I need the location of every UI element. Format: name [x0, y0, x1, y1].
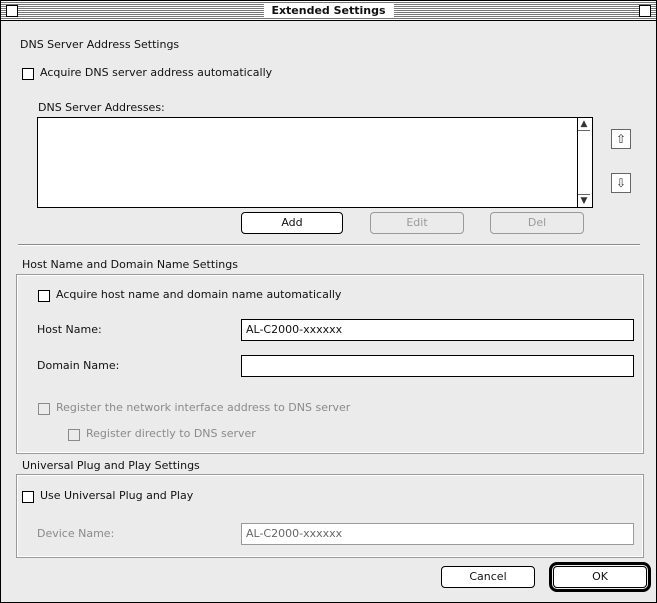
- hostname-auto-checkbox[interactable]: [38, 290, 50, 302]
- add-button[interactable]: Add: [241, 212, 343, 234]
- device-name-label: Device Name:: [37, 527, 115, 540]
- upnp-use-checkbox-label[interactable]: Use Universal Plug and Play: [40, 489, 193, 503]
- edit-button[interactable]: Edit: [370, 212, 464, 234]
- register-dns-checkbox-label[interactable]: Register the network interface address t…: [56, 401, 350, 415]
- zoom-box[interactable]: [639, 5, 651, 17]
- upnp-section-label: Universal Plug and Play Settings: [22, 459, 200, 472]
- dns-section-label: DNS Server Address Settings: [20, 38, 180, 51]
- ok-button[interactable]: OK: [549, 562, 651, 592]
- domain-name-field[interactable]: [241, 355, 634, 377]
- register-directly-checkbox[interactable]: [68, 429, 80, 441]
- host-name-label: Host Name:: [37, 323, 102, 336]
- scroll-up-arrow-icon[interactable]: ▲: [578, 118, 590, 131]
- hostname-section-label: Host Name and Domain Name Settings: [22, 258, 238, 271]
- title-bar[interactable]: Extended Settings: [1, 1, 656, 21]
- close-box[interactable]: [6, 5, 18, 17]
- cancel-button[interactable]: Cancel: [441, 566, 535, 588]
- upnp-use-checkbox[interactable]: [22, 491, 34, 503]
- down-arrow-icon[interactable]: ⇩: [611, 173, 631, 193]
- up-arrow-icon[interactable]: ⇧: [611, 129, 631, 149]
- register-directly-checkbox-label[interactable]: Register directly to DNS server: [86, 427, 256, 441]
- register-dns-checkbox[interactable]: [38, 403, 50, 415]
- dns-auto-checkbox-label[interactable]: Acquire DNS server address automatically: [40, 66, 272, 80]
- delete-button[interactable]: Del: [490, 212, 584, 234]
- device-name-field[interactable]: AL-C2000-xxxxxx: [241, 523, 634, 545]
- domain-name-label: Domain Name:: [37, 359, 120, 372]
- hostname-auto-checkbox-label[interactable]: Acquire host name and domain name automa…: [56, 288, 341, 302]
- window-title: Extended Settings: [263, 3, 394, 18]
- dns-list-label: DNS Server Addresses:: [38, 101, 165, 114]
- dns-auto-checkbox[interactable]: [22, 68, 34, 80]
- dns-address-list[interactable]: ▲ ▼: [37, 117, 593, 208]
- host-name-field[interactable]: AL-C2000-xxxxxx: [241, 319, 634, 341]
- dns-list-scrollbar[interactable]: ▲ ▼: [577, 118, 592, 207]
- separator: [18, 244, 640, 246]
- scroll-down-arrow-icon[interactable]: ▼: [578, 194, 590, 207]
